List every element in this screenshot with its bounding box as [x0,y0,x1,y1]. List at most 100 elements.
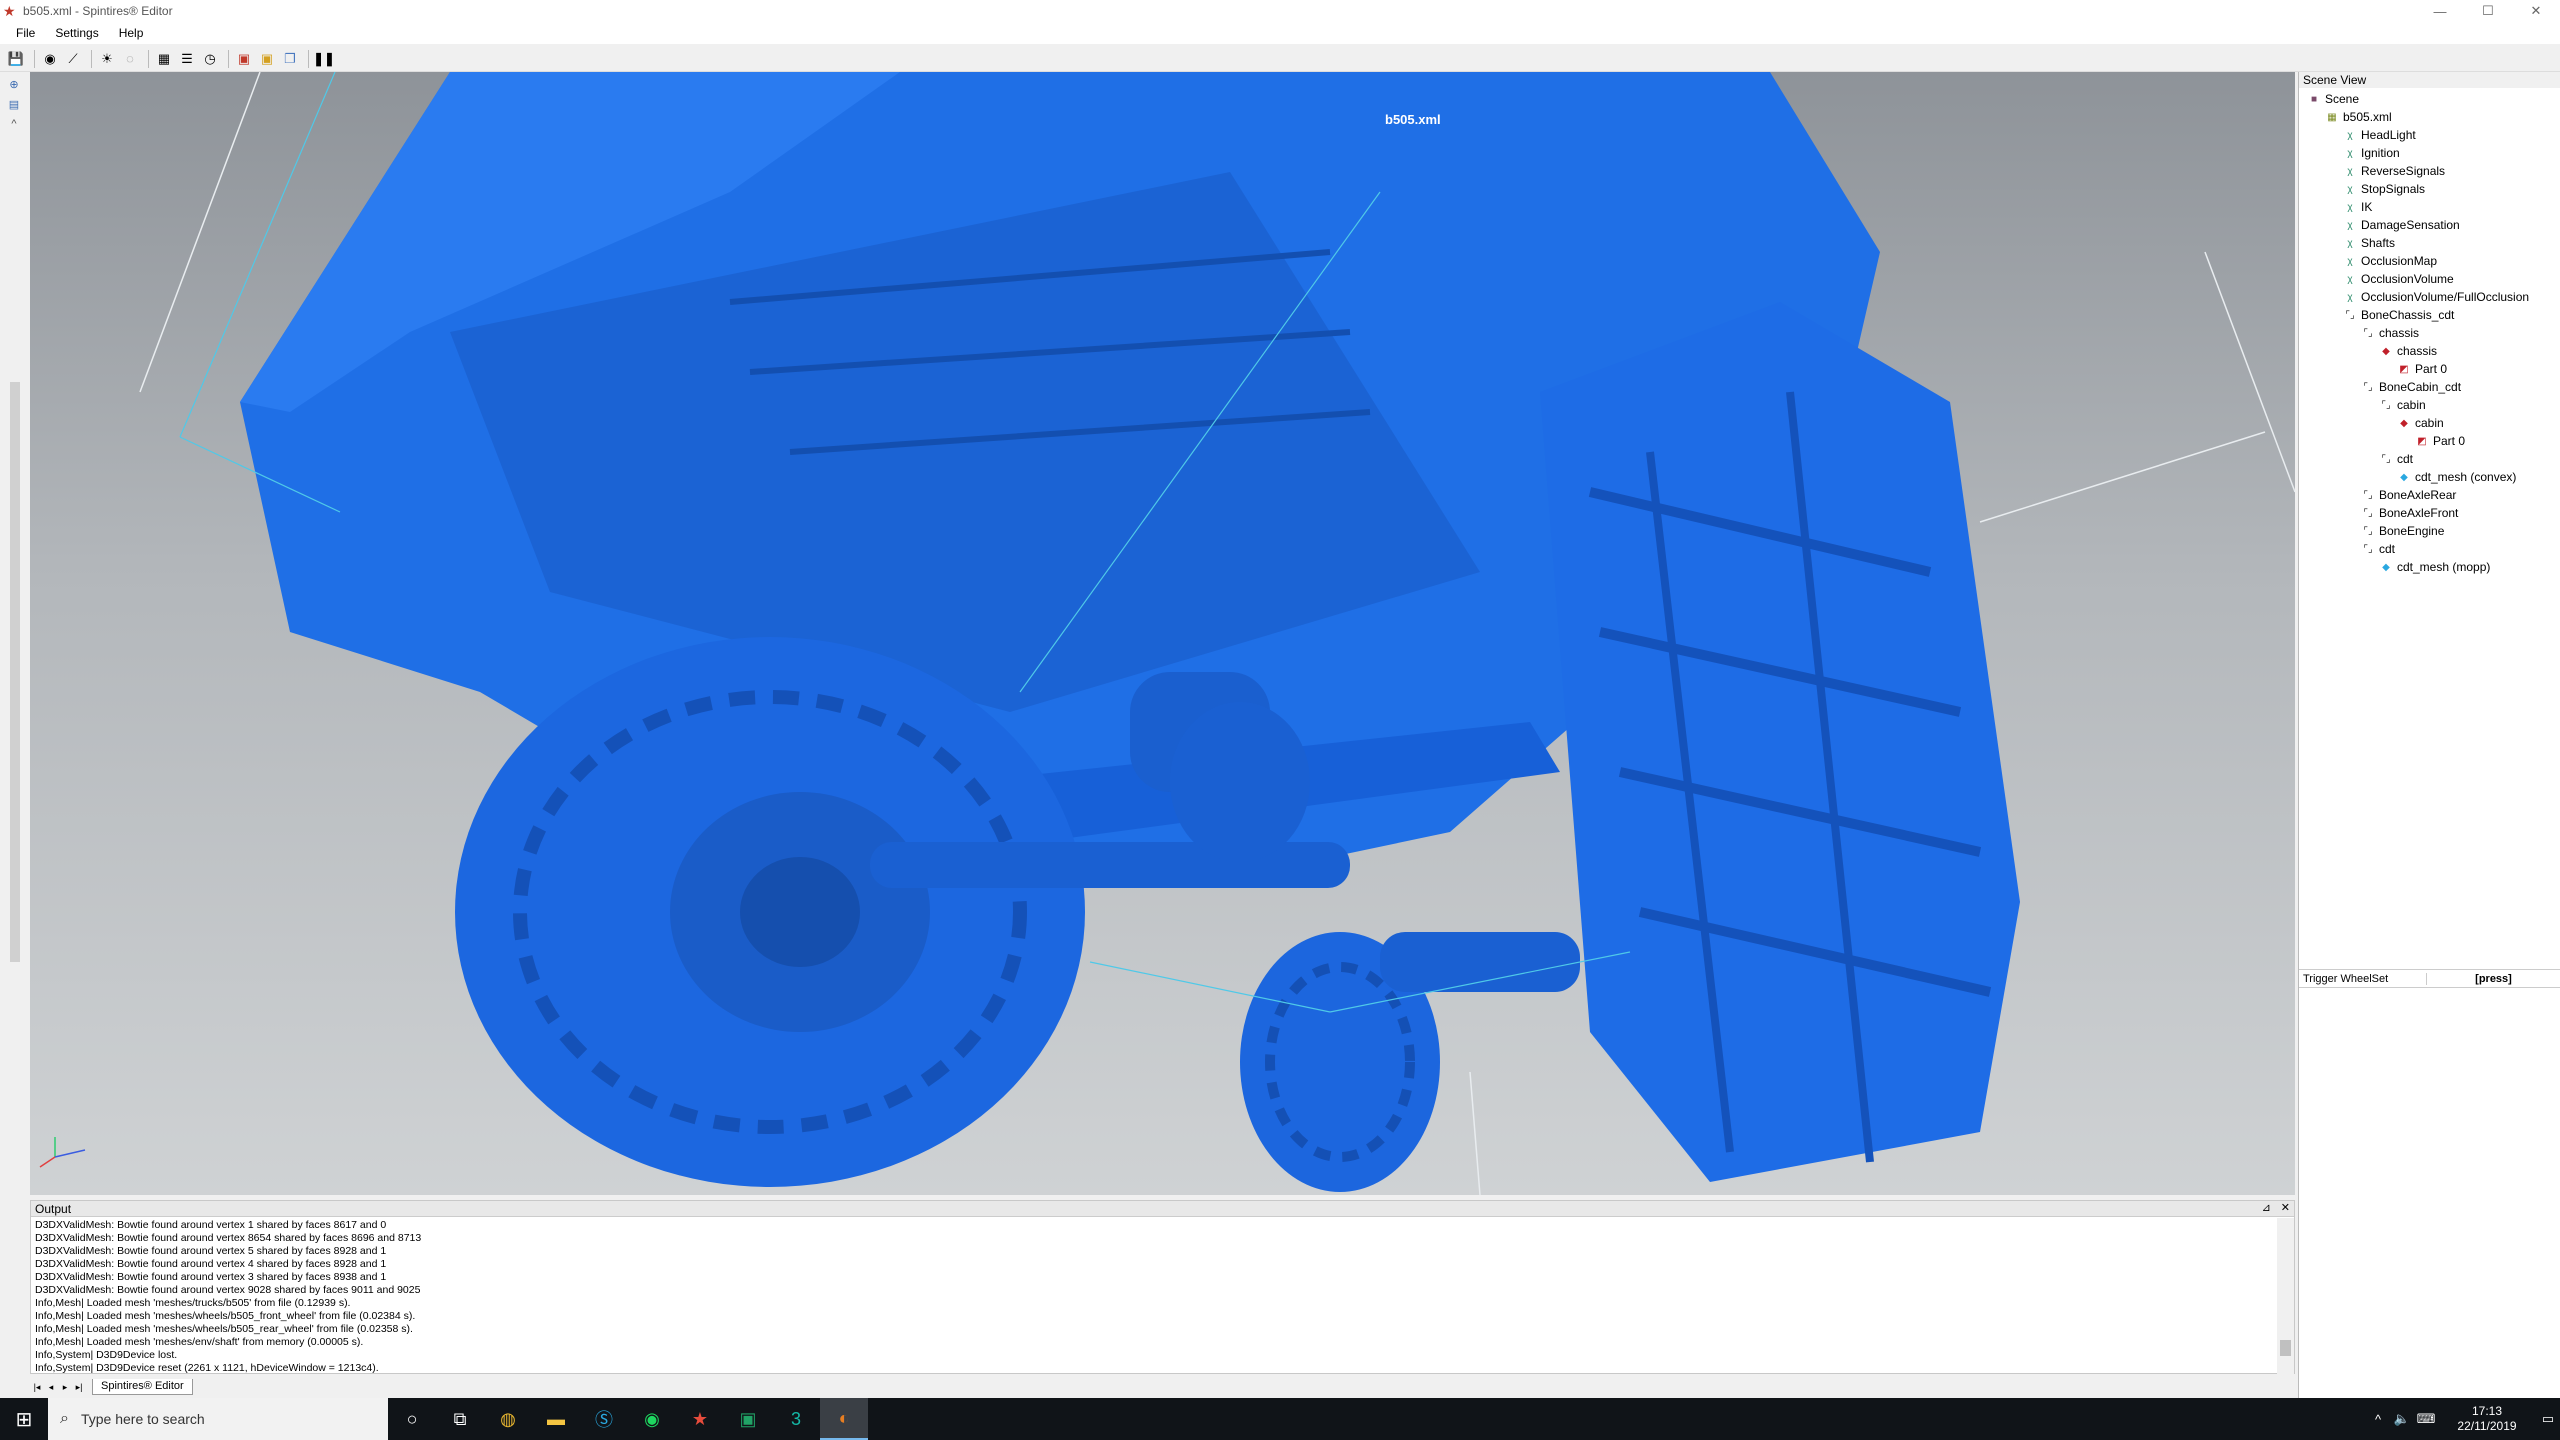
bone-icon: ⌜⌟ [2381,399,2391,411]
tree-node[interactable]: ⌜⌟ BoneEngine [2361,522,2444,540]
chrome-icon[interactable]: ◍ [484,1398,532,1440]
log-line: D3DXValidMesh: Bowtie found around verte… [35,1258,387,1270]
tree-node[interactable]: ◆ cabin [2397,414,2444,432]
tree-node[interactable]: χ HeadLight [2343,126,2415,144]
tree-node[interactable]: ⌜⌟ chassis [2361,324,2419,342]
tree-node[interactable]: ⌜⌟ BoneChassis_cdt [2343,306,2454,324]
xml-file-icon: ▦ [2327,111,2337,123]
tree-node[interactable]: ◆ chassis [2379,342,2437,360]
list-icon[interactable]: ☰ [177,49,197,69]
pin-icon[interactable]: ⊿ [2262,1201,2271,1214]
skype-icon[interactable]: Ⓢ [580,1398,628,1440]
close-button[interactable]: ✕ [2512,0,2560,22]
scene-tree: ■ Scene ▦ b505.xml χ HeadLight χ Ignition χ Rever… [2299,88,2560,970]
chevron-up-icon[interactable]: ^ [2366,1412,2390,1427]
grid-icon[interactable]: ▦ [154,49,174,69]
excel-icon[interactable]: ▣ [724,1398,772,1440]
first-tab-icon[interactable]: |◂ [30,1382,44,1393]
tree-node-label: ReverseSignals [2361,164,2446,178]
maximize-button[interactable]: ☐ [2464,0,2512,22]
tree-node[interactable]: ▦ b505.xml [2325,108,2391,126]
chevron-up-icon[interactable]: ^ [6,116,22,132]
tree-node[interactable]: χ OcclusionMap [2343,252,2437,270]
property-row[interactable]: Trigger WheelSet [press] [2299,970,2560,988]
speaker-icon[interactable]: 🔈 [2390,1411,2414,1427]
bone-icon: ⌜⌟ [2363,381,2373,393]
scrollbar-thumb[interactable] [2280,1340,2291,1356]
collision-icon: ◆ [2400,471,2408,483]
pin-icon[interactable]: ⊕ [6,76,22,92]
editor-icon[interactable]: ◐ [820,1398,868,1440]
property-value[interactable]: [press] [2427,973,2560,985]
tree-node[interactable]: χ Shafts [2343,234,2395,252]
output-scrollbar[interactable] [2277,1218,2294,1374]
tree-node[interactable]: ◩ Part 0 [2397,360,2447,378]
tree-node[interactable]: ◆ cdt_mesh (mopp) [2379,558,2490,576]
texture-icon[interactable]: ◌ [120,49,140,69]
tree-node[interactable]: χ StopSignals [2343,180,2425,198]
task-view-icon[interactable]: ⧉ [436,1398,484,1440]
tree-node[interactable]: ■ Scene [2307,90,2359,108]
next-tab-icon[interactable]: ▸ [58,1382,72,1393]
tree-node-label: BoneEngine [2379,524,2445,538]
last-tab-icon[interactable]: ▸| [72,1382,86,1393]
tree-node[interactable]: ⌜⌟ cdt [2361,540,2395,558]
title-bar: ★ b505.xml - Spintires® Editor — ☐ ✕ [0,0,2560,22]
menu-file[interactable]: File [6,26,45,40]
taskbar-clock[interactable]: 17:13 22/11/2019 [2444,1404,2530,1434]
mesh-icon[interactable]: ▣ [234,49,254,69]
language-icon[interactable]: ⌨ [2414,1411,2438,1427]
tree-node[interactable]: χ Ignition [2343,144,2399,162]
taskbar-search-box[interactable]: ⌕ Type here to search [48,1398,388,1440]
part-icon: ◩ [2399,363,2409,375]
menu-help[interactable]: Help [109,26,154,40]
minimize-button[interactable]: — [2416,0,2464,22]
constraint-icon: χ [2347,291,2353,303]
tree-node[interactable]: ⌜⌟ cabin [2379,396,2425,414]
truck-model-render[interactable] [30,72,2295,1195]
tree-node[interactable]: χ OcclusionVolume [2343,270,2454,288]
3d-viewport[interactable]: b505.xml [30,72,2295,1195]
pause-icon[interactable]: ❚❚ [313,49,335,69]
tree-node[interactable]: ◆ cdt_mesh (convex) [2397,468,2516,486]
file-explorer-icon[interactable]: ▬ [532,1398,580,1440]
notifications-icon[interactable]: ▭ [2536,1411,2560,1427]
3dsmax-icon[interactable]: 3 [772,1398,820,1440]
tree-node[interactable]: ⌜⌟ BoneAxleRear [2361,486,2456,504]
windows-start-icon[interactable]: ⊞ [0,1398,48,1440]
save-icon[interactable]: 💾 [6,49,26,69]
bone-icon: ⌜⌟ [2363,489,2373,501]
clock-icon[interactable]: ◷ [200,49,220,69]
tree-node[interactable]: χ OcclusionVolume/FullOcclusion [2343,288,2529,306]
toolbar-separator [148,49,149,68]
tree-node-label: Part 0 [2433,434,2466,448]
tree-node[interactable]: ◩ Part 0 [2415,432,2465,450]
copy-icon[interactable]: ❐ [280,49,300,69]
scene-icon: ■ [2310,93,2318,105]
light-icon[interactable]: ☀ [97,49,117,69]
select-icon[interactable]: ⟋ [63,49,83,69]
log-line: Info,System| D3D9Device lost. [35,1349,178,1361]
constraint-icon: χ [2347,165,2353,177]
menu-settings[interactable]: Settings [45,26,108,40]
tree-node[interactable]: ⌜⌟ cdt [2379,450,2413,468]
tree-node[interactable]: χ IK [2343,198,2372,216]
spotify-icon[interactable]: ◉ [628,1398,676,1440]
tree-node[interactable]: χ ReverseSignals [2343,162,2445,180]
vertical-scrollbar[interactable] [10,382,20,962]
layers-icon[interactable]: ▤ [6,96,22,112]
tree-node[interactable]: ⌜⌟ BoneCabin_cdt [2361,378,2461,396]
log-line: D3DXValidMesh: Bowtie found around verte… [35,1271,387,1283]
close-icon[interactable]: ✕ [2281,1201,2290,1214]
tree-node-label: OcclusionVolume [2361,272,2454,286]
tree-node[interactable]: χ DamageSensation [2343,216,2459,234]
app-star-icon: ★ [3,3,16,19]
spintires-icon[interactable]: ★ [676,1398,724,1440]
material-icon[interactable]: ▣ [257,49,277,69]
tab-spintires-editor[interactable]: Spintires® Editor [92,1379,193,1395]
tree-node[interactable]: ⌜⌟ BoneAxleFront [2361,504,2458,522]
clock-date: 22/11/2019 [2457,1419,2517,1433]
camera-icon[interactable]: ◉ [40,49,60,69]
cortana-icon[interactable]: ○ [388,1398,436,1440]
prev-tab-icon[interactable]: ◂ [44,1382,58,1393]
